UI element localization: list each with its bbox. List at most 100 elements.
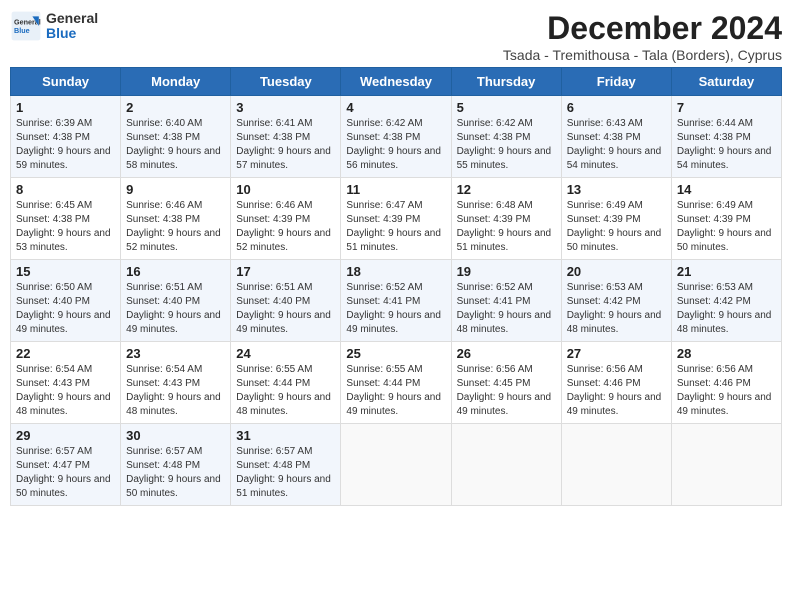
calendar-cell: 12 Sunrise: 6:48 AMSunset: 4:39 PMDayligh… — [451, 178, 561, 260]
day-info: Sunrise: 6:54 AMSunset: 4:43 PMDaylight:… — [126, 363, 225, 419]
logo-general-text: General — [46, 11, 98, 26]
calendar-cell: 16Sunrise: 6:51 AMSunset: 4:40 PMDayligh… — [121, 260, 231, 342]
day-number: 25 — [346, 346, 445, 361]
day-number: 6 — [567, 100, 666, 115]
day-info: Sunrise: 6:56 AMSunset: 4:46 PMDaylight:… — [567, 363, 666, 419]
day-info: Sunrise: 6:56 AMSunset: 4:45 PMDaylight:… — [457, 363, 556, 419]
day-number: 1 — [16, 100, 115, 115]
calendar-header-sunday: Sunday — [11, 68, 121, 96]
calendar-cell: 18Sunrise: 6:52 AMSunset: 4:41 PMDayligh… — [341, 260, 451, 342]
logo: General Blue General Blue — [10, 10, 98, 42]
day-info: Sunrise: 6:55 AMSunset: 4:44 PMDaylight:… — [236, 363, 335, 419]
calendar-cell: 5Sunrise: 6:42 AMSunset: 4:38 PMDaylight… — [451, 96, 561, 178]
calendar-cell: 29 Sunrise: 6:57 AMSunset: 4:47 PMDayligh… — [11, 424, 121, 506]
day-number: 19 — [457, 264, 556, 279]
calendar: SundayMondayTuesdayWednesdayThursdayFrid… — [10, 67, 782, 506]
calendar-cell: 1 Sunrise: 6:39 AMSunset: 4:38 PMDaylight… — [11, 96, 121, 178]
day-info: Sunrise: 6:48 AMSunset: 4:39 PMDaylight:… — [457, 199, 556, 255]
day-number: 27 — [567, 346, 666, 361]
day-info: Sunrise: 6:45 AMSunset: 4:38 PMDaylight:… — [16, 199, 115, 255]
day-number: 9 — [126, 182, 225, 197]
day-number: 15 — [16, 264, 115, 279]
day-info: Sunrise: 6:39 AMSunset: 4:38 PMDaylight:… — [16, 117, 115, 173]
day-info: Sunrise: 6:53 AMSunset: 4:42 PMDaylight:… — [677, 281, 776, 337]
calendar-cell: 19 Sunrise: 6:52 AMSunset: 4:41 PMDayligh… — [451, 260, 561, 342]
calendar-cell: 10 Sunrise: 6:46 AMSunset: 4:39 PMDayligh… — [231, 178, 341, 260]
logo-text: General Blue — [46, 11, 98, 42]
day-number: 4 — [346, 100, 445, 115]
calendar-cell — [671, 424, 781, 506]
calendar-week-5: 29 Sunrise: 6:57 AMSunset: 4:47 PMDayligh… — [11, 424, 782, 506]
day-info: Sunrise: 6:43 AMSunset: 4:38 PMDaylight:… — [567, 117, 666, 173]
calendar-cell: 8 Sunrise: 6:45 AMSunset: 4:38 PMDaylight… — [11, 178, 121, 260]
day-number: 31 — [236, 428, 335, 443]
calendar-header-friday: Friday — [561, 68, 671, 96]
day-number: 17 — [236, 264, 335, 279]
header-area: General Blue General Blue December 2024 … — [10, 10, 782, 63]
calendar-cell: 9 Sunrise: 6:46 AMSunset: 4:38 PMDaylight… — [121, 178, 231, 260]
calendar-cell — [451, 424, 561, 506]
day-number: 28 — [677, 346, 776, 361]
day-number: 3 — [236, 100, 335, 115]
day-info: Sunrise: 6:57 AMSunset: 4:47 PMDaylight:… — [16, 445, 115, 501]
calendar-cell: 4Sunrise: 6:42 AMSunset: 4:38 PMDaylight… — [341, 96, 451, 178]
calendar-header-saturday: Saturday — [671, 68, 781, 96]
day-number: 14 — [677, 182, 776, 197]
day-info: Sunrise: 6:57 AMSunset: 4:48 PMDaylight:… — [126, 445, 225, 501]
day-number: 11 — [346, 182, 445, 197]
calendar-cell: 13 Sunrise: 6:49 AMSunset: 4:39 PMDayligh… — [561, 178, 671, 260]
calendar-cell: 3Sunrise: 6:41 AMSunset: 4:38 PMDaylight… — [231, 96, 341, 178]
subtitle: Tsada - Tremithousa - Tala (Borders), Cy… — [503, 47, 782, 63]
calendar-cell: 2Sunrise: 6:40 AMSunset: 4:38 PMDaylight… — [121, 96, 231, 178]
day-number: 8 — [16, 182, 115, 197]
day-info: Sunrise: 6:47 AMSunset: 4:39 PMDaylight:… — [346, 199, 445, 255]
calendar-header-wednesday: Wednesday — [341, 68, 451, 96]
calendar-cell: 26Sunrise: 6:56 AMSunset: 4:45 PMDayligh… — [451, 342, 561, 424]
day-number: 29 — [16, 428, 115, 443]
day-number: 23 — [126, 346, 225, 361]
calendar-week-4: 22 Sunrise: 6:54 AMSunset: 4:43 PMDayligh… — [11, 342, 782, 424]
day-info: Sunrise: 6:53 AMSunset: 4:42 PMDaylight:… — [567, 281, 666, 337]
day-number: 13 — [567, 182, 666, 197]
calendar-cell: 14 Sunrise: 6:49 AMSunset: 4:39 PMDayligh… — [671, 178, 781, 260]
day-info: Sunrise: 6:40 AMSunset: 4:38 PMDaylight:… — [126, 117, 225, 173]
day-info: Sunrise: 6:44 AMSunset: 4:38 PMDaylight:… — [677, 117, 776, 173]
day-number: 10 — [236, 182, 335, 197]
day-number: 5 — [457, 100, 556, 115]
calendar-cell: 25 Sunrise: 6:55 AMSunset: 4:44 PMDayligh… — [341, 342, 451, 424]
calendar-cell: 15Sunrise: 6:50 AMSunset: 4:40 PMDayligh… — [11, 260, 121, 342]
day-number: 20 — [567, 264, 666, 279]
day-info: Sunrise: 6:52 AMSunset: 4:41 PMDaylight:… — [457, 281, 556, 337]
day-number: 22 — [16, 346, 115, 361]
logo-blue-text: Blue — [46, 26, 98, 41]
day-info: Sunrise: 6:49 AMSunset: 4:39 PMDaylight:… — [677, 199, 776, 255]
day-number: 16 — [126, 264, 225, 279]
calendar-cell — [561, 424, 671, 506]
calendar-header-monday: Monday — [121, 68, 231, 96]
calendar-cell: 17Sunrise: 6:51 AMSunset: 4:40 PMDayligh… — [231, 260, 341, 342]
logo-icon: General Blue — [10, 10, 42, 42]
day-number: 7 — [677, 100, 776, 115]
calendar-cell: 27 Sunrise: 6:56 AMSunset: 4:46 PMDayligh… — [561, 342, 671, 424]
day-info: Sunrise: 6:55 AMSunset: 4:44 PMDaylight:… — [346, 363, 445, 419]
svg-text:Blue: Blue — [14, 26, 30, 35]
calendar-cell: 6 Sunrise: 6:43 AMSunset: 4:38 PMDaylight… — [561, 96, 671, 178]
day-info: Sunrise: 6:49 AMSunset: 4:39 PMDaylight:… — [567, 199, 666, 255]
calendar-cell: 28Sunrise: 6:56 AMSunset: 4:46 PMDayligh… — [671, 342, 781, 424]
day-info: Sunrise: 6:46 AMSunset: 4:38 PMDaylight:… — [126, 199, 225, 255]
day-number: 21 — [677, 264, 776, 279]
title-area: December 2024 Tsada - Tremithousa - Tala… — [503, 10, 782, 63]
main-title: December 2024 — [503, 10, 782, 47]
calendar-header-tuesday: Tuesday — [231, 68, 341, 96]
day-info: Sunrise: 6:54 AMSunset: 4:43 PMDaylight:… — [16, 363, 115, 419]
calendar-cell: 7 Sunrise: 6:44 AMSunset: 4:38 PMDaylight… — [671, 96, 781, 178]
day-number: 12 — [457, 182, 556, 197]
calendar-week-3: 15Sunrise: 6:50 AMSunset: 4:40 PMDayligh… — [11, 260, 782, 342]
day-info: Sunrise: 6:46 AMSunset: 4:39 PMDaylight:… — [236, 199, 335, 255]
calendar-header-thursday: Thursday — [451, 68, 561, 96]
calendar-cell: 21 Sunrise: 6:53 AMSunset: 4:42 PMDayligh… — [671, 260, 781, 342]
day-info: Sunrise: 6:57 AMSunset: 4:48 PMDaylight:… — [236, 445, 335, 501]
day-number: 24 — [236, 346, 335, 361]
calendar-cell: 22 Sunrise: 6:54 AMSunset: 4:43 PMDayligh… — [11, 342, 121, 424]
calendar-week-1: 1 Sunrise: 6:39 AMSunset: 4:38 PMDaylight… — [11, 96, 782, 178]
